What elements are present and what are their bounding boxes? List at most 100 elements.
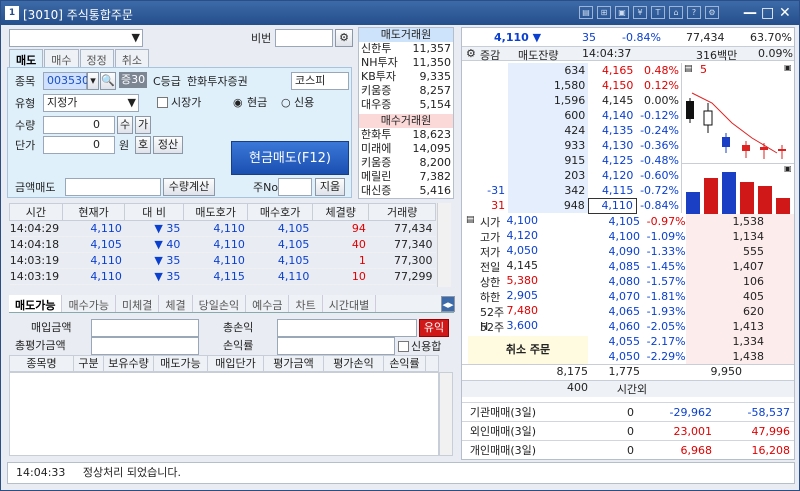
total-bid-qty: 9,950 — [710, 365, 743, 378]
broker-row: 키움증 8,257 — [361, 84, 451, 97]
bid-row[interactable]: 4,060 -2.05% 1,413 — [588, 319, 794, 334]
buy-amount-field — [91, 319, 199, 337]
pl-rate-field — [277, 337, 395, 355]
col-ask: 매도호가 — [182, 203, 249, 221]
tab-deposit[interactable]: 예수금 — [246, 295, 290, 312]
broker-row: 대신증 5,416 — [361, 184, 451, 197]
settle-button[interactable]: 정산 — [153, 136, 183, 154]
trades-scrollbar[interactable] — [437, 203, 451, 287]
qty-calc-button[interactable]: 수량계산 — [163, 178, 215, 196]
password-label: 비번 — [251, 32, 272, 45]
table-row: 14:04:18 4,105 ▼ 40 4,110 4,105 40 77,340 — [9, 236, 436, 253]
quote-panel: 4,110 ▼ 35 -0.84% 77,434 63.70% ⚙ 증감 매도잔… — [461, 27, 795, 460]
chevron-down-icon: ▼ — [127, 96, 136, 109]
bid-row[interactable]: 4,050 -2.29% 1,438 — [588, 349, 794, 364]
tool-icon-6[interactable]: ⌂ — [669, 6, 683, 19]
tool-icon-1[interactable]: ▤ — [579, 6, 593, 19]
amount-label: 금액매도 — [15, 181, 56, 194]
tool-icon-5[interactable]: T — [651, 6, 665, 19]
ask-row[interactable]: 933 4,130 -0.36% — [462, 138, 682, 153]
ask-row[interactable]: 915 4,125 -0.48% — [462, 153, 682, 168]
code-dropdown-button[interactable]: ▾ — [87, 72, 99, 90]
broker-panel: 매도거래원 신한투 11,357 NH투자 11,350 KB투자 9,335 키움증… — [358, 27, 454, 199]
account-select[interactable]: ▼ — [9, 29, 143, 47]
ask-row[interactable]: 203 4,120 -0.60% — [462, 168, 682, 183]
clear-button[interactable]: 지움 — [315, 178, 345, 196]
tool-icon-7[interactable]: ? — [687, 6, 701, 19]
minimize-button[interactable]: — — [743, 5, 757, 21]
amount-input[interactable] — [65, 178, 161, 196]
weekno-input[interactable] — [278, 178, 312, 196]
ask-row[interactable]: 1,596 4,145 0.00% — [462, 93, 682, 108]
holdings-header: 종목명 구분 보유수량 매도가능 매입단가 평가금액 평가손익 손익률 — [9, 355, 439, 372]
search-icon[interactable]: 🔍 — [100, 72, 116, 90]
tab-daily-pl[interactable]: 당일손익 — [193, 295, 247, 312]
tab-buyable[interactable]: 매수가능 — [62, 295, 116, 312]
bid-row[interactable]: 4,070 -1.81% 405 — [588, 289, 794, 304]
holdings-list[interactable] — [9, 372, 439, 456]
qty-btn-1[interactable]: 수 — [117, 116, 133, 134]
expand-icon[interactable]: ▣ — [784, 63, 792, 72]
bid-table: 4,105 -0.97% 1,538 4,100 -1.09% 1,134 4,090-… — [588, 214, 794, 364]
tick-button[interactable]: 호 — [135, 136, 151, 154]
qty-input[interactable]: 0 — [43, 116, 115, 134]
info-list: 시가 4,100 고가 4,120 저가 4,050 전일 4,145 상한 5,380 … — [480, 214, 538, 348]
tool-icon-2[interactable]: ⊞ — [597, 6, 611, 19]
ask-row[interactable]: -31 342 4,115 -0.72% — [462, 183, 682, 198]
down-arrow-icon: ▼ — [154, 238, 163, 251]
bid-row[interactable]: 4,055 -2.17% 1,334 — [588, 334, 794, 349]
ask-row[interactable]: 31 948 4,110 -0.84% — [462, 197, 682, 214]
order-type-select[interactable]: 지정가 ▼ — [43, 94, 139, 112]
stock-code-input[interactable]: 003530 — [43, 72, 89, 90]
col-change: 대 비 — [124, 203, 184, 221]
bid-row[interactable]: 4,065 -1.93% 620 — [588, 304, 794, 319]
tab-unfilled[interactable]: 미체결 — [116, 295, 160, 312]
table-row: 외인매매(3일) 0 23,001 47,996 — [462, 421, 794, 441]
settings-icon[interactable]: ⚙ — [335, 29, 353, 47]
bid-row[interactable]: 4,090 -1.33% 555 — [588, 244, 794, 259]
holdings-scrollbar[interactable] — [439, 372, 453, 456]
maximize-button[interactable]: □ — [761, 5, 774, 21]
total-eval-label: 총평가금액 — [15, 339, 66, 352]
tool-icon-3[interactable]: ▣ — [615, 6, 629, 19]
ask-row[interactable]: 424 4,135 -0.24% — [462, 123, 682, 138]
credit-sum-checkbox[interactable] — [398, 341, 409, 352]
status-message: 정상처리 되었습니다. — [82, 466, 181, 479]
qty-btn-2[interactable]: 가 — [135, 116, 151, 134]
bid-row[interactable]: 4,080 -1.57% 106 — [588, 274, 794, 289]
price-change: 35 — [582, 31, 596, 44]
table-row: 개인매매(3일) 0 6,968 16,208 — [462, 440, 794, 460]
cash-radio[interactable]: ◉ — [233, 95, 243, 111]
bid-row[interactable]: 4,100 -1.09% 1,134 — [588, 229, 794, 244]
total-ask-diff: 1,775 — [608, 365, 641, 378]
table-row: 14:03:19 4,110 ▼ 35 4,110 4,105 1 77,300 — [9, 252, 436, 269]
cancel-order-button[interactable]: 취소 주문 — [468, 336, 588, 364]
mini-candle-chart: ▤ 5 ▣ — [681, 63, 794, 163]
tool-icon-4[interactable]: ¥ — [633, 6, 647, 19]
ask-row[interactable]: 634 4,165 0.48% — [462, 63, 682, 78]
cash-sell-button[interactable]: 현금매도(F12) — [231, 141, 349, 175]
yuik-button[interactable]: 유익 — [419, 319, 449, 337]
tab-sellable[interactable]: 매도가능 — [9, 295, 63, 312]
table-row: 14:04:29 4,110 ▼ 35 4,110 4,105 94 77,434 — [9, 220, 436, 237]
tool-icon-8[interactable]: ⚙ — [705, 6, 719, 19]
ask-row[interactable]: 1,580 4,150 0.12% — [462, 78, 682, 93]
price-input[interactable]: 0 — [43, 136, 115, 154]
credit-radio[interactable]: ○ — [281, 95, 291, 111]
bid-row[interactable]: 4,105 -0.97% 1,538 — [588, 214, 794, 229]
chevron-down-icon: ▼ — [131, 31, 140, 44]
market-price-checkbox[interactable] — [157, 97, 168, 108]
bid-row[interactable]: 4,085 -1.45% 1,407 — [588, 259, 794, 274]
tab-scroll-icon[interactable]: ◂▸ — [441, 296, 455, 312]
after-hours-label: 시간외 — [616, 383, 648, 396]
bottom-tabs: 매도가능 매수가능 미체결 체결 당일손익 예수금 차트 시간대별 — [9, 295, 454, 313]
ask-row[interactable]: 600 4,140 -0.12% — [462, 108, 682, 123]
total-eval-field — [91, 337, 199, 355]
tab-time[interactable]: 시간대별 — [323, 295, 377, 312]
password-input[interactable] — [275, 29, 333, 47]
ask-table: 634 4,165 0.48% 1,580 4,150 0.12% 1,596 4,145… — [462, 63, 682, 214]
tab-filled[interactable]: 체결 — [159, 295, 193, 312]
close-button[interactable]: ✕ — [779, 5, 791, 21]
tab-chart[interactable]: 차트 — [289, 295, 323, 312]
gear-icon[interactable]: ⚙ — [466, 47, 476, 60]
